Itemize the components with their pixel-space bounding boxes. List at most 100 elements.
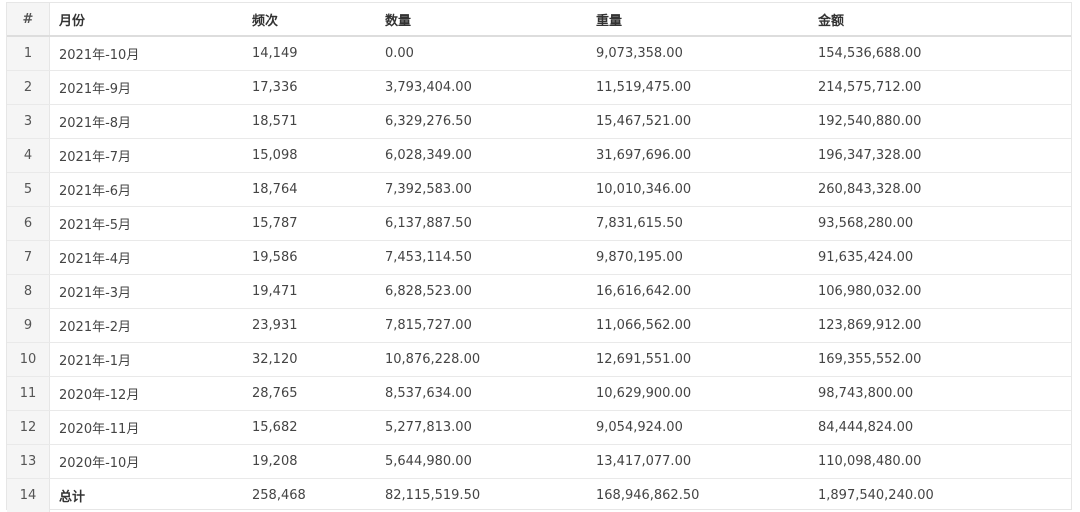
cell-month: 2021年-9月 bbox=[49, 70, 252, 105]
cell-quantity: 5,277,813.00 bbox=[385, 410, 596, 445]
cell-weight: 15,467,521.00 bbox=[596, 104, 818, 139]
cell-index: 8 bbox=[7, 274, 50, 309]
cell-index: 2 bbox=[7, 70, 50, 105]
cell-frequency: 19,208 bbox=[252, 444, 385, 479]
cell-quantity: 7,392,583.00 bbox=[385, 172, 596, 207]
cell-weight: 10,010,346.00 bbox=[596, 172, 818, 207]
cell-weight: 9,073,358.00 bbox=[596, 36, 818, 71]
table-header: # 月份 频次 数量 重量 金额 bbox=[7, 3, 1071, 37]
cell-weight: 9,870,195.00 bbox=[596, 240, 818, 275]
cell-month: 2020年-11月 bbox=[49, 410, 252, 445]
cell-index: 10 bbox=[7, 342, 50, 377]
header-month[interactable]: 月份 bbox=[49, 3, 252, 37]
cell-amount: 110,098,480.00 bbox=[818, 444, 1071, 479]
table-row[interactable]: 4 2021年-7月 15,098 6,028,349.00 31,697,696.00… bbox=[7, 138, 1071, 173]
cell-month: 2021年-2月 bbox=[49, 308, 252, 343]
cell-weight: 9,054,924.00 bbox=[596, 410, 818, 445]
cell-index: 6 bbox=[7, 206, 50, 241]
cell-frequency: 15,098 bbox=[252, 138, 385, 173]
cell-month: 2021年-1月 bbox=[49, 342, 252, 377]
cell-weight: 31,697,696.00 bbox=[596, 138, 818, 173]
table-row[interactable]: 13 2020年-10月 19,208 5,644,980.00 13,417,077.… bbox=[7, 444, 1071, 479]
header-frequency[interactable]: 频次 bbox=[252, 3, 385, 37]
cell-month: 2021年-6月 bbox=[49, 172, 252, 207]
cell-month: 2021年-8月 bbox=[49, 104, 252, 139]
cell-weight: 13,417,077.00 bbox=[596, 444, 818, 479]
cell-amount: 154,536,688.00 bbox=[818, 36, 1071, 71]
cell-frequency: 15,787 bbox=[252, 206, 385, 241]
cell-index: 1 bbox=[7, 36, 50, 71]
cell-amount: 214,575,712.00 bbox=[818, 70, 1071, 105]
cell-month: 2020年-10月 bbox=[49, 444, 252, 479]
cell-weight: 12,691,551.00 bbox=[596, 342, 818, 377]
table-row[interactable]: 9 2021年-2月 23,931 7,815,727.00 11,066,562.00… bbox=[7, 308, 1071, 343]
header-row: # 月份 频次 数量 重量 金额 bbox=[7, 3, 1071, 37]
cell-quantity: 7,815,727.00 bbox=[385, 308, 596, 343]
header-quantity[interactable]: 数量 bbox=[385, 3, 596, 37]
header-index[interactable]: # bbox=[7, 3, 50, 37]
cell-frequency: 19,586 bbox=[252, 240, 385, 275]
cell-month: 2021年-5月 bbox=[49, 206, 252, 241]
cell-weight: 11,519,475.00 bbox=[596, 70, 818, 105]
cell-quantity: 3,793,404.00 bbox=[385, 70, 596, 105]
cell-amount: 169,355,552.00 bbox=[818, 342, 1071, 377]
cell-index: 3 bbox=[7, 104, 50, 139]
data-table-container: # 月份 频次 数量 重量 金额 1 2021年-10月 14,149 0.00 9,0… bbox=[6, 2, 1072, 512]
cell-quantity: 0.00 bbox=[385, 36, 596, 71]
cell-frequency: 32,120 bbox=[252, 342, 385, 377]
header-amount[interactable]: 金额 bbox=[818, 3, 1071, 37]
cell-amount: 192,540,880.00 bbox=[818, 104, 1071, 139]
cell-weight: 11,066,562.00 bbox=[596, 308, 818, 343]
table-row[interactable]: 2 2021年-9月 17,336 3,793,404.00 11,519,475.00… bbox=[7, 70, 1071, 105]
table-row[interactable]: 8 2021年-3月 19,471 6,828,523.00 16,616,642.00… bbox=[7, 274, 1071, 309]
cell-amount: 84,444,824.00 bbox=[818, 410, 1071, 445]
cell-quantity: 6,028,349.00 bbox=[385, 138, 596, 173]
cell-amount: 106,980,032.00 bbox=[818, 274, 1071, 309]
table-row[interactable]: 6 2021年-5月 15,787 6,137,887.50 7,831,615.50 9… bbox=[7, 206, 1071, 241]
cell-quantity: 6,828,523.00 bbox=[385, 274, 596, 309]
cell-index: 11 bbox=[7, 376, 50, 411]
cell-quantity: 6,137,887.50 bbox=[385, 206, 596, 241]
cell-frequency: 18,764 bbox=[252, 172, 385, 207]
cell-quantity: 6,329,276.50 bbox=[385, 104, 596, 139]
cell-frequency: 19,471 bbox=[252, 274, 385, 309]
table-row[interactable]: 1 2021年-10月 14,149 0.00 9,073,358.00 154,536,… bbox=[7, 36, 1071, 71]
header-weight[interactable]: 重量 bbox=[596, 3, 818, 37]
cell-month: 2021年-3月 bbox=[49, 274, 252, 309]
table-row[interactable]: 5 2021年-6月 18,764 7,392,583.00 10,010,346.00… bbox=[7, 172, 1071, 207]
cell-quantity: 7,453,114.50 bbox=[385, 240, 596, 275]
cell-weight: 168,946,862.50 bbox=[596, 488, 700, 503]
cell-month: 总计 bbox=[59, 490, 86, 505]
cell-quantity: 5,644,980.00 bbox=[385, 444, 596, 479]
cell-month: 2021年-4月 bbox=[49, 240, 252, 275]
cell-index: 12 bbox=[7, 410, 50, 445]
table-row[interactable]: 10 2021年-1月 32,120 10,876,228.00 12,691,551.… bbox=[7, 342, 1071, 377]
cell-weight: 16,616,642.00 bbox=[596, 274, 818, 309]
cell-frequency: 17,336 bbox=[252, 70, 385, 105]
cell-frequency: 15,682 bbox=[252, 410, 385, 445]
cell-frequency: 258,468 bbox=[252, 488, 306, 503]
cell-index: 5 bbox=[7, 172, 50, 207]
cell-weight: 7,831,615.50 bbox=[596, 206, 818, 241]
table-row[interactable]: 7 2021年-4月 19,586 7,453,114.50 9,870,195.00 9… bbox=[7, 240, 1071, 275]
cell-amount: 91,635,424.00 bbox=[818, 240, 1071, 275]
cell-amount: 123,869,912.00 bbox=[818, 308, 1071, 343]
cell-index: 4 bbox=[7, 138, 50, 173]
table-row-total[interactable]: 14 总计 258,468 82,115,519.50 168,946,862.50 1,… bbox=[7, 478, 1071, 512]
cell-frequency: 18,571 bbox=[252, 104, 385, 139]
cell-index: 9 bbox=[7, 308, 50, 343]
table-body: 1 2021年-10月 14,149 0.00 9,073,358.00 154,536,… bbox=[7, 36, 1071, 512]
cell-amount: 196,347,328.00 bbox=[818, 138, 1071, 173]
cell-month: 2020年-12月 bbox=[49, 376, 252, 411]
table-row[interactable]: 12 2020年-11月 15,682 5,277,813.00 9,054,924.0… bbox=[7, 410, 1071, 445]
cell-amount: 98,743,800.00 bbox=[818, 376, 1071, 411]
cell-month: 2021年-7月 bbox=[49, 138, 252, 173]
cell-index: 14 bbox=[7, 478, 50, 512]
cell-index: 13 bbox=[7, 444, 50, 479]
table-row[interactable]: 11 2020年-12月 28,765 8,537,634.00 10,629,900.… bbox=[7, 376, 1071, 411]
monthly-stats-table: # 月份 频次 数量 重量 金额 1 2021年-10月 14,149 0.00 9,0… bbox=[7, 3, 1071, 512]
cell-amount: 93,568,280.00 bbox=[818, 206, 1071, 241]
table-row[interactable]: 3 2021年-8月 18,571 6,329,276.50 15,467,521.00… bbox=[7, 104, 1071, 139]
cell-quantity: 82,115,519.50 bbox=[385, 488, 481, 503]
cell-amount: 1,897,540,240.00 bbox=[818, 488, 934, 503]
